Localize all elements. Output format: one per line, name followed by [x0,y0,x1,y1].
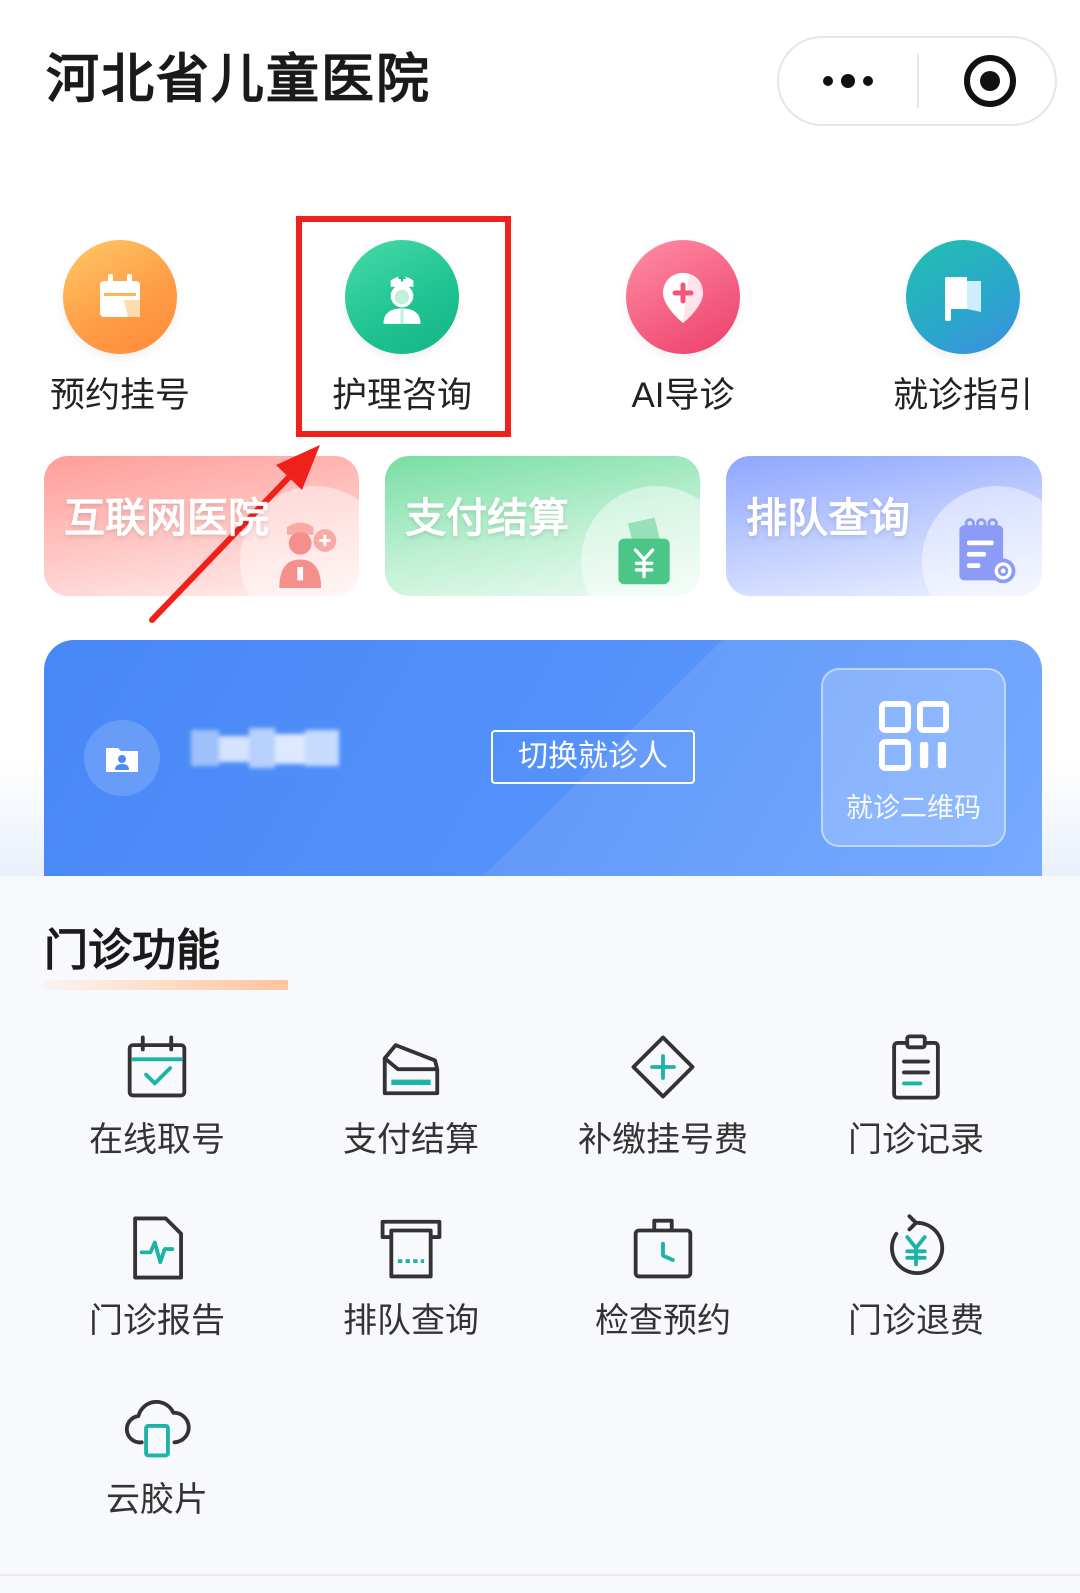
grid-item-label: 支付结算 [343,1121,479,1159]
calendar-check-icon [127,1035,187,1098]
grid-item-label: 云胶片 [106,1481,208,1519]
diamond-plus-icon [631,1035,695,1099]
payment-tray-icon [382,1043,440,1096]
grid-item-cloud-film[interactable]: 云胶片 [37,1392,277,1520]
queue-search-icon [959,518,1016,584]
qr-code-label: 就诊二维码 [846,793,981,823]
grid-item-exam-appointment[interactable]: 检查预约 [543,1213,783,1341]
grid-item-label: 门诊报告 [89,1302,225,1340]
more-dots-icon[interactable] [818,71,878,91]
cloud-film-icon [124,1399,191,1458]
quick-action-label: 预约挂号 [49,376,190,415]
location-plus-icon [626,240,740,354]
patient-folder-icon [84,720,160,796]
card-queue-query[interactable]: 排队查询 [726,456,1042,596]
visit-qr-code-button[interactable]: 就诊二维码 [821,668,1006,847]
patient-card: 切换就诊人 就诊二维码 [44,640,1042,876]
grid-item-records[interactable]: 门诊记录 [796,1032,1036,1160]
grid-item-supplement-fee[interactable]: 补缴挂号费 [543,1032,783,1160]
page-title: 河北省儿童医院 [46,50,431,109]
grid-item-label: 检查预约 [595,1302,731,1340]
wallet-yen-icon [618,517,670,585]
bottom-divider [0,1574,1080,1576]
grid-item-label: 门诊记录 [848,1121,984,1159]
clipboard-icon [892,1034,940,1100]
card-internet-hospital[interactable]: 互联网医院 [44,456,359,596]
section-title-underline [44,980,288,990]
quick-action-label: AI导诊 [631,376,735,415]
quick-action-label: 就诊指引 [892,376,1033,415]
capsule-divider [917,54,919,108]
grid-item-label: 在线取号 [89,1121,225,1159]
switch-patient-button[interactable]: 切换就诊人 [491,730,695,784]
grid-item-payment[interactable]: 支付结算 [291,1032,531,1160]
card-label: 排队查询 [746,495,910,541]
grid-item-label: 门诊退费 [848,1302,984,1340]
card-label: 支付结算 [405,495,569,541]
grid-item-refund[interactable]: 门诊退费 [796,1213,1036,1341]
card-label: 互联网医院 [64,495,269,541]
report-pulse-icon [133,1216,183,1280]
quick-action-ai-triage[interactable]: AI导诊 [573,240,793,418]
calendar-icon [63,240,177,354]
patient-name-masked [183,722,345,775]
briefcase-clock-icon [633,1218,693,1279]
quick-action-label: 护理咨询 [331,376,472,415]
target-icon[interactable] [962,53,1018,109]
grid-item-label: 补缴挂号费 [578,1121,748,1159]
section-title: 门诊功能 [44,926,220,975]
grid-item-label: 排队查询 [343,1302,479,1340]
grid-item-report[interactable]: 门诊报告 [37,1213,277,1341]
quick-action-visit-guide[interactable]: 就诊指引 [853,240,1073,418]
grid-item-queue[interactable]: 排队查询 [291,1213,531,1341]
flag-icon [906,240,1020,354]
grid-item-online-number[interactable]: 在线取号 [37,1032,277,1160]
doctor-icon [279,522,337,588]
ticket-machine-icon [380,1219,442,1279]
qr-code-icon [878,700,950,772]
nurse-icon [345,240,459,354]
refund-yen-icon [890,1214,945,1276]
card-payment[interactable]: 支付结算 [385,456,700,596]
quick-action-nursing-consult[interactable]: 护理咨询 [292,240,512,418]
quick-action-appointment[interactable]: 预约挂号 [10,240,230,418]
